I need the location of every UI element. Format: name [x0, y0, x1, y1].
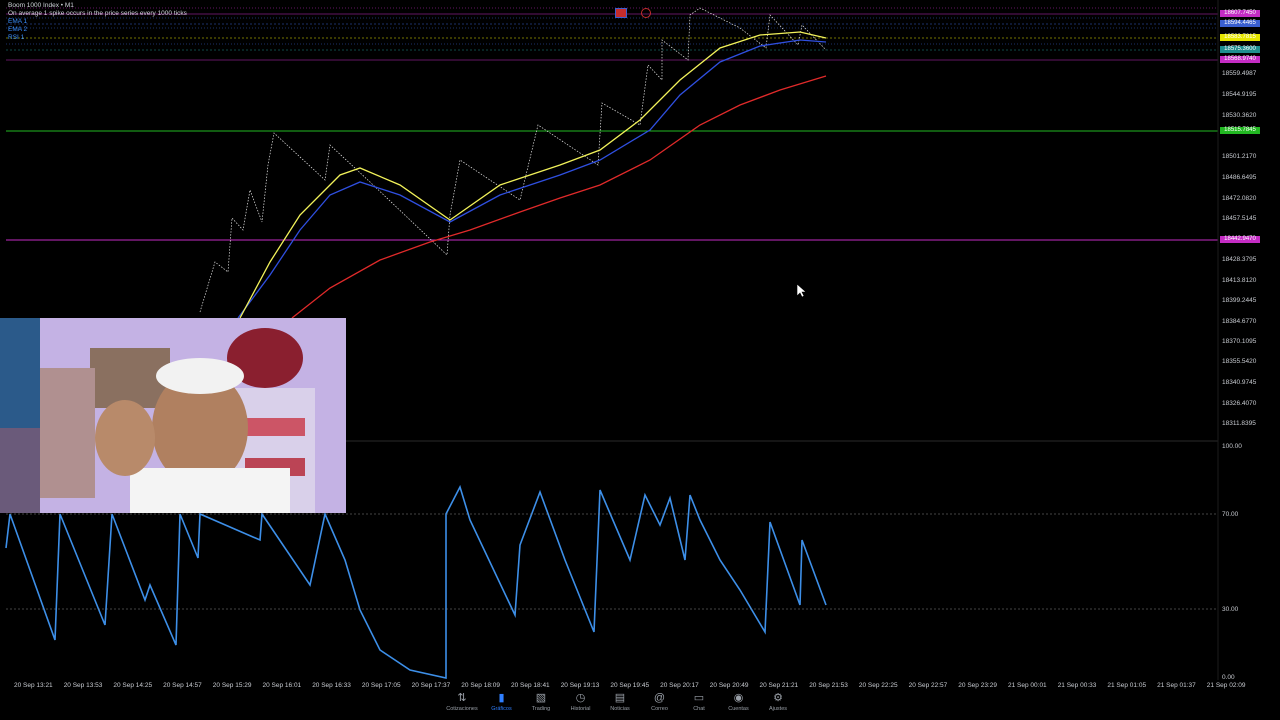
- time-label: 20 Sep 23:29: [958, 682, 997, 689]
- time-label: 21 Sep 00:01: [1008, 682, 1047, 689]
- rsi-label: 30.00: [1222, 606, 1239, 613]
- indicator-line-1: EMA 1: [8, 18, 28, 25]
- price-label: 18399.2445: [1222, 297, 1257, 304]
- indicator-line-3: RSI 1: [8, 34, 25, 41]
- clock-history-icon: ◷: [575, 692, 586, 704]
- price-label: 18472.0820: [1222, 195, 1257, 202]
- time-label: 20 Sep 16:01: [262, 682, 302, 689]
- price-label: 18326.4070: [1222, 400, 1257, 407]
- newspaper-icon: ▤: [614, 692, 626, 704]
- price-label: 18530.3620: [1222, 112, 1257, 119]
- nav-ajustes[interactable]: ⚙ Ajustes: [753, 692, 803, 712]
- chart-info: Boom 1000 Index • M1 On average 1 spike …: [8, 2, 187, 42]
- time-label: 20 Sep 14:25: [113, 682, 153, 689]
- time-label: 20 Sep 14:57: [163, 682, 202, 689]
- trend-chart-icon: ▧: [535, 692, 547, 704]
- price-tag: 18594.4465: [1220, 20, 1260, 27]
- time-label: 20 Sep 13:53: [63, 682, 103, 689]
- at-sign-icon: @: [653, 692, 666, 704]
- rsi-line: [5, 484, 827, 679]
- time-label: 21 Sep 00:33: [1057, 682, 1097, 689]
- time-label: 20 Sep 22:25: [858, 682, 898, 689]
- time-label: 20 Sep 17:37: [411, 682, 451, 689]
- candles-icon: ▮: [498, 692, 505, 704]
- price-label: 18544.9195: [1222, 91, 1257, 98]
- price-label: 18384.6770: [1222, 318, 1257, 325]
- rsi-label: 70.00: [1222, 511, 1239, 518]
- time-label: 20 Sep 18:41: [511, 682, 550, 689]
- time-label: 20 Sep 17:05: [361, 682, 401, 689]
- price-label: 18370.1095: [1222, 338, 1257, 345]
- price-label: 18311.8395: [1222, 420, 1256, 427]
- chat-bubble-icon: ▭: [693, 692, 705, 704]
- time-label: 20 Sep 21:53: [809, 682, 848, 689]
- symbol-line: Boom 1000 Index • M1: [8, 2, 74, 9]
- time-label: 20 Sep 20:17: [660, 682, 699, 689]
- nav-label: Ajustes: [768, 706, 788, 712]
- chart-toolbar-icons: [615, 8, 655, 18]
- time-label: 20 Sep 21:21: [759, 682, 799, 689]
- price-tag: 18568.9740: [1220, 56, 1260, 63]
- time-label: 20 Sep 18:09: [461, 682, 500, 689]
- webcam-feed: [0, 318, 346, 513]
- price-label: 18355.5420: [1222, 358, 1257, 365]
- price-label: 18340.9745: [1222, 379, 1257, 386]
- ema-slow-line: [291, 75, 827, 319]
- time-label: 20 Sep 22:57: [908, 682, 948, 689]
- gear-icon: ⚙: [773, 692, 783, 704]
- price-label: 18501.2170: [1222, 153, 1257, 160]
- ema-mid-line: [237, 39, 827, 319]
- price-line: [199, 7, 827, 313]
- time-label: 20 Sep 15:29: [212, 682, 252, 689]
- time-label: 20 Sep 13:21: [14, 682, 53, 689]
- time-label: 21 Sep 01:37: [1157, 682, 1196, 689]
- symbol-description: On average 1 spike occurs in the price s…: [8, 10, 187, 17]
- price-label: 18457.5145: [1222, 215, 1257, 222]
- trading-chart-screen: Boom 1000 Index • M1 On average 1 spike …: [0, 0, 1280, 720]
- rsi-label: 0.00: [1222, 674, 1235, 681]
- time-label: 20 Sep 19:45: [610, 682, 650, 689]
- flag-icon[interactable]: [615, 8, 627, 18]
- mouse-cursor-icon: [796, 283, 807, 298]
- price-tag: 18583.7815: [1220, 34, 1260, 41]
- rsi-label: 100.00: [1222, 443, 1242, 450]
- webcam-overlay: [0, 318, 346, 513]
- price-label: 18486.6495: [1222, 174, 1257, 181]
- indicator-line-2: EMA 2: [8, 26, 28, 33]
- time-label: 21 Sep 01:05: [1107, 682, 1147, 689]
- price-tag: 18575.3600: [1220, 46, 1260, 53]
- swap-arrows-icon: ⇅: [457, 692, 467, 704]
- ema-fast-line: [239, 31, 827, 319]
- user-circle-icon: ◉: [733, 692, 744, 704]
- price-label: 18428.3795: [1222, 256, 1257, 263]
- price-tag: 18442.9470: [1220, 236, 1260, 243]
- time-label: 20 Sep 19:13: [560, 682, 600, 689]
- price-label: 18559.4987: [1222, 70, 1257, 77]
- price-label: 18413.8120: [1222, 277, 1257, 284]
- time-label: 21 Sep 02:09: [1206, 682, 1246, 689]
- price-tag: 18607.7450: [1220, 10, 1260, 17]
- time-label: 20 Sep 16:33: [312, 682, 351, 689]
- time-label: 20 Sep 20:49: [709, 682, 749, 689]
- price-tag: 18515.7845: [1220, 127, 1260, 134]
- alarm-icon[interactable]: [641, 8, 651, 18]
